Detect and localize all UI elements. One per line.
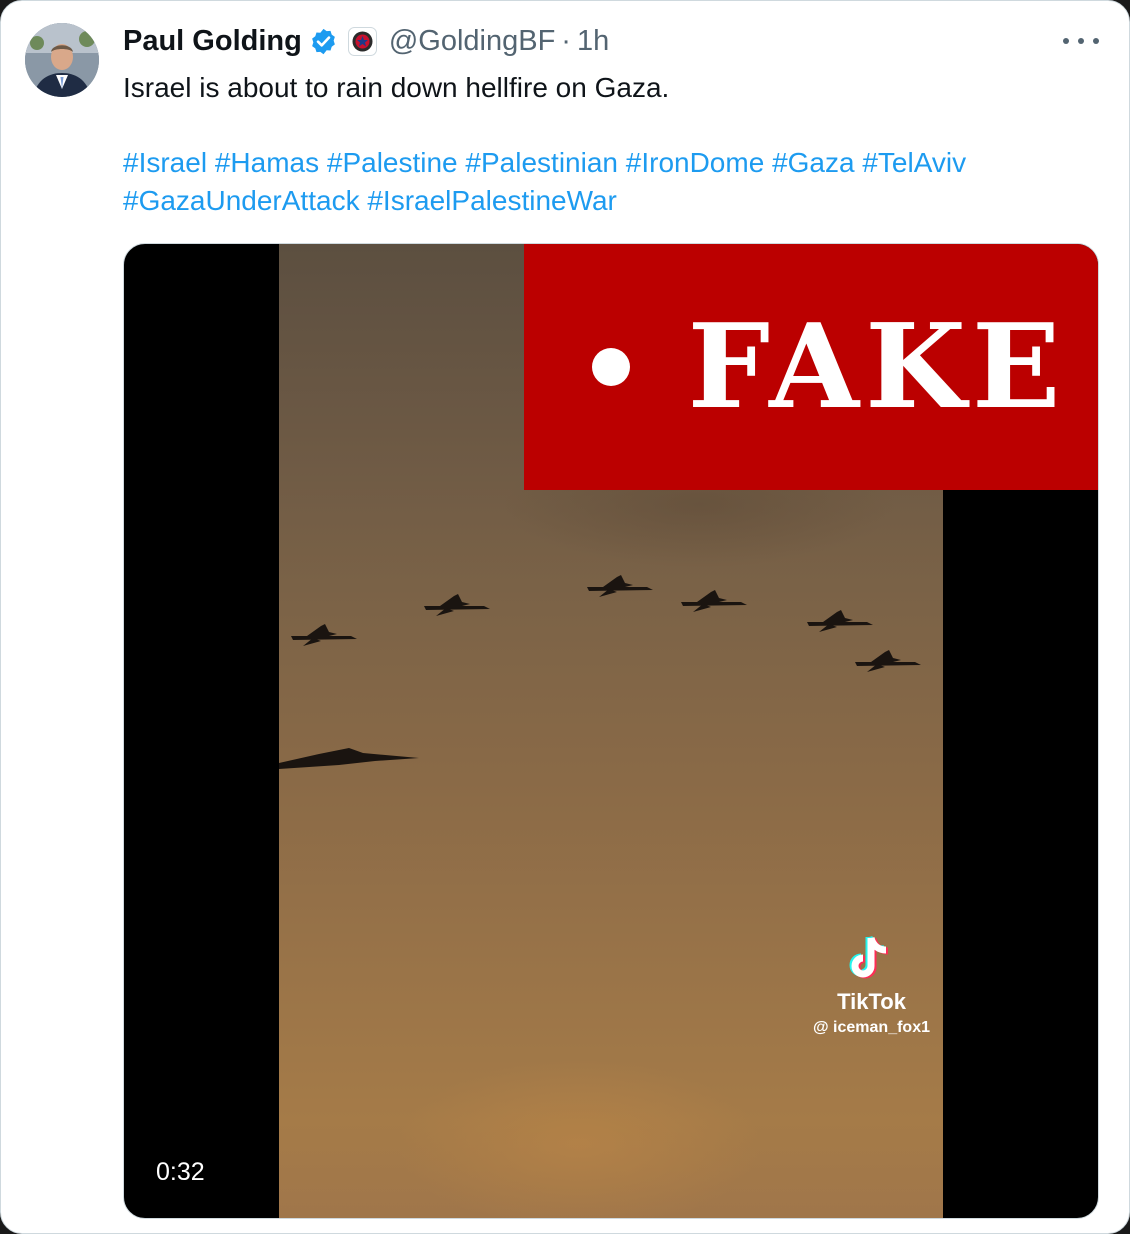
tiktok-watermark: TikTok @ iceman_fox1 [804, 932, 939, 1037]
video-player[interactable]: FAKE TikTok @ iceman_fox1 0:32 [123, 243, 1099, 1219]
tweet-hashtags: #Israel #Hamas #Palestine #Palestinian #… [123, 144, 1083, 220]
more-dot [1078, 38, 1084, 44]
verified-badge-icon[interactable] [309, 27, 338, 56]
hashtag-link[interactable]: #Palestine [327, 147, 458, 178]
hashtag-link[interactable]: #Israel [123, 147, 207, 178]
hashtag-link[interactable]: #TelAviv [862, 147, 966, 178]
tiktok-logo-icon [849, 935, 888, 979]
fake-label-banner: FAKE [524, 244, 1098, 490]
hashtag-link[interactable]: #IronDome [626, 147, 765, 178]
banner-bullet-dot [591, 348, 630, 386]
tweet-timestamp[interactable]: 1h [577, 25, 609, 58]
header-separator: · [561, 24, 571, 57]
affiliation-badge-icon[interactable] [347, 26, 377, 56]
author-avatar[interactable] [25, 23, 99, 97]
tweet-header: Paul Golding @GoldingBF · 1h [123, 21, 609, 61]
author-handle[interactable]: @GoldingBF [389, 25, 555, 58]
more-dot [1063, 38, 1069, 44]
tweet-text: Israel is about to rain down hellfire on… [123, 72, 670, 103]
hashtag-link[interactable]: #Gaza [772, 147, 855, 178]
video-duration: 0:32 [142, 1154, 219, 1191]
tweet-card[interactable]: Paul Golding @GoldingBF · 1h Israel is a… [0, 0, 1130, 1234]
fake-label: FAKE [687, 299, 1067, 435]
tiktok-username: @ iceman_fox1 [813, 1019, 930, 1036]
hashtag-link[interactable]: #Hamas [215, 147, 319, 178]
hashtag-link[interactable]: #Palestinian [465, 147, 618, 178]
hashtag-link[interactable]: #IsraelPalestineWar [367, 185, 617, 216]
tiktok-brand: TikTok [837, 989, 906, 1014]
more-dot [1093, 38, 1099, 44]
more-options-icon[interactable] [1063, 27, 1099, 55]
author-name[interactable]: Paul Golding [123, 25, 302, 58]
hashtag-link[interactable]: #GazaUnderAttack [123, 185, 360, 216]
